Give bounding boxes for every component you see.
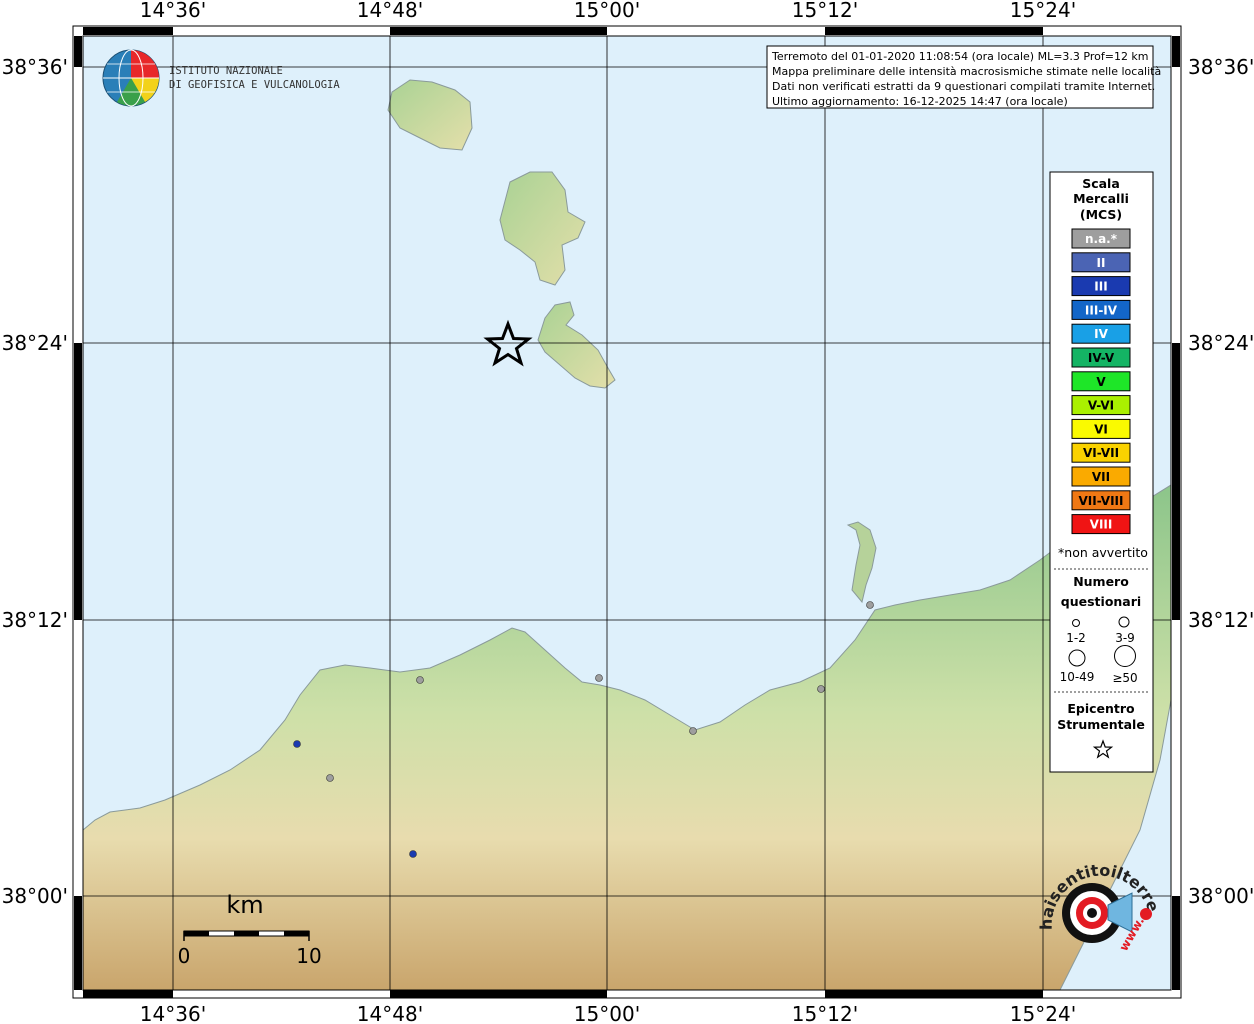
title-box: Terremoto del 01-01-2020 11:08:54 (ora l… (766, 45, 1161, 109)
title-line-1: Terremoto del 01-01-2020 11:08:54 (ora l… (771, 50, 1149, 63)
lon-labels-bottom: 14°36' 14°48' 15°00' 15°12' 15°24' (140, 1002, 1076, 1024)
legend-title-3: (MCS) (1080, 207, 1122, 222)
legend-title-1: Scala (1082, 176, 1120, 191)
lon-label: 15°24' (1010, 0, 1076, 22)
observation-point[interactable] (689, 727, 697, 735)
lat-label: 38°00' (2, 884, 68, 908)
scale-unit: km (226, 891, 263, 919)
legend-swatch-label: V (1096, 375, 1106, 389)
observation-point[interactable] (293, 740, 301, 748)
lat-labels-right: 38°36' 38°24' 38°12' 38°00' (1188, 55, 1254, 908)
lon-label: 15°00' (574, 0, 640, 22)
legend-swatch-label: III-IV (1085, 303, 1118, 317)
title-line-2: Mappa preliminare delle intensità macros… (772, 65, 1161, 78)
legend-swatch-label: VII-VIII (1078, 494, 1123, 508)
observation-point[interactable] (326, 774, 334, 782)
observation-point[interactable] (866, 601, 874, 609)
na-note: *non avvertito (1058, 545, 1148, 560)
observation-point[interactable] (416, 676, 424, 684)
epi-title-2: Strumentale (1057, 717, 1145, 732)
num-range: ≥50 (1112, 671, 1137, 685)
legend-swatch-label: IV-V (1088, 351, 1115, 365)
legend-swatch-label: n.a.* (1085, 232, 1118, 246)
num-range: 3-9 (1115, 631, 1135, 645)
observation-point[interactable] (595, 674, 603, 682)
lat-label: 38°24' (1188, 331, 1254, 355)
title-line-3: Dati non verificati estratti da 9 questi… (772, 80, 1155, 93)
logo-line-2: DI GEOFISICA E VULCANOLOGIA (169, 79, 340, 91)
scale-max: 10 (296, 944, 321, 968)
title-line-4: Ultimo aggiornamento: 16-12-2025 14:47 (… (772, 95, 1068, 108)
lon-label: 14°48' (357, 0, 423, 22)
lat-label: 38°12' (2, 608, 68, 632)
lon-label: 14°48' (357, 1002, 423, 1024)
intensity-map: 14°36' 14°48' 15°00' 15°12' 15°24' 14°36… (0, 0, 1254, 1024)
legend-swatch-label: IV (1094, 327, 1108, 341)
legend-swatch-label: II (1097, 256, 1106, 270)
scale-min: 0 (178, 944, 191, 968)
num-title-2: questionari (1061, 594, 1141, 609)
legend: Scala Mercalli (MCS) n.a.*IIIIIIII-IVIVI… (1049, 171, 1154, 773)
legend-swatch-label: VII (1092, 470, 1110, 484)
observation-point[interactable] (409, 850, 417, 858)
lon-label: 15°00' (574, 1002, 640, 1024)
lon-label: 15°12' (792, 0, 858, 22)
legend-swatch-label: VIII (1090, 518, 1113, 532)
lon-label: 15°12' (792, 1002, 858, 1024)
lat-label: 38°36' (1188, 55, 1254, 79)
lat-label: 38°24' (2, 331, 68, 355)
lat-label: 38°12' (1188, 608, 1254, 632)
lon-label: 14°36' (140, 1002, 206, 1024)
legend-swatch-label: III (1094, 280, 1107, 294)
observation-point[interactable] (817, 685, 825, 693)
num-range: 10-49 (1060, 670, 1095, 684)
num-range: 1-2 (1066, 631, 1086, 645)
logo-line-1: ISTITUTO NAZIONALE (169, 65, 283, 77)
lon-label: 14°36' (140, 0, 206, 22)
lon-labels-top: 14°36' 14°48' 15°00' 15°12' 15°24' (140, 0, 1076, 22)
lon-label: 15°24' (1010, 1002, 1076, 1024)
legend-swatch-label: V-VI (1088, 399, 1114, 413)
num-title-1: Numero (1073, 574, 1129, 589)
lat-labels-left: 38°36' 38°24' 38°12' 38°00' (2, 55, 68, 908)
legend-swatch-label: VI-VII (1083, 446, 1119, 460)
lat-label: 38°00' (1188, 884, 1254, 908)
legend-title-2: Mercalli (1073, 191, 1129, 206)
lat-label: 38°36' (2, 55, 68, 79)
legend-swatch-label: VI (1094, 422, 1108, 436)
epi-title-1: Epicentro (1067, 701, 1135, 716)
